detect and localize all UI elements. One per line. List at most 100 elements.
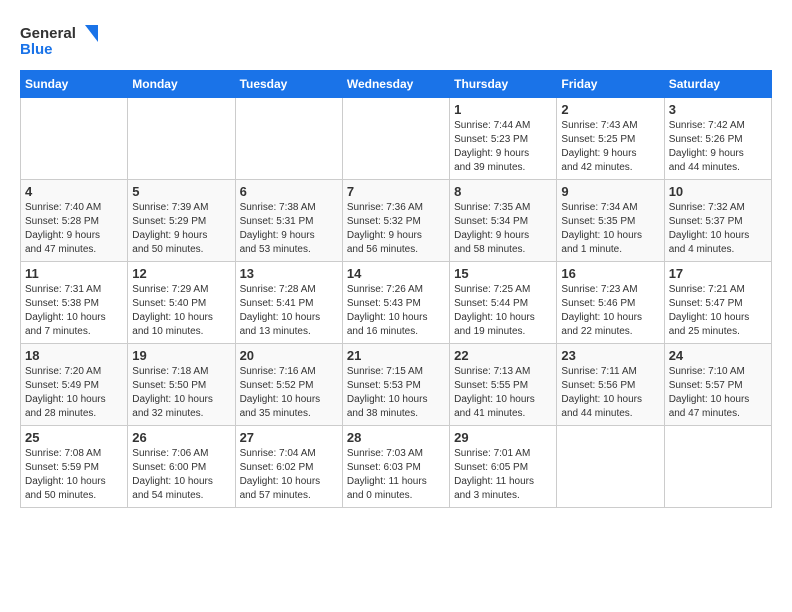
calendar-cell: 27 Sunrise: 7:04 AMSunset: 6:02 PMDayligh… [235,426,342,508]
day-number: 18 [25,348,123,363]
day-number: 13 [240,266,338,281]
calendar-cell: 25 Sunrise: 7:08 AMSunset: 5:59 PMDayligh… [21,426,128,508]
day-info: Sunrise: 7:40 AMSunset: 5:28 PMDaylight:… [25,201,123,257]
calendar-cell: 7 Sunrise: 7:36 AMSunset: 5:32 PMDaylight… [342,180,449,262]
calendar-cell: 16 Sunrise: 7:23 AMSunset: 5:46 PMDayligh… [557,262,664,344]
calendar-week-row: 4Sunrise: 7:40 AMSunset: 5:28 PMDaylight… [21,180,772,262]
day-info: Sunrise: 7:42 AMSunset: 5:26 PMDaylight:… [669,119,767,175]
calendar-cell: 20Sunrise: 7:16 AMSunset: 5:52 PMDayligh… [235,344,342,426]
day-number: 1 [454,102,552,117]
day-info: Sunrise: 7:01 AMSunset: 6:05 PMDaylight:… [454,447,552,503]
calendar-cell: 10 Sunrise: 7:32 AMSunset: 5:37 PMDayligh… [664,180,771,262]
calendar-cell: 11 Sunrise: 7:31 AMSunset: 5:38 PMDayligh… [21,262,128,344]
column-header-sunday: Sunday [21,71,128,98]
column-header-tuesday: Tuesday [235,71,342,98]
day-number: 22 [454,348,552,363]
calendar-week-row: 25 Sunrise: 7:08 AMSunset: 5:59 PMDayligh… [21,426,772,508]
day-number: 8 [454,184,552,199]
calendar-cell: 24 Sunrise: 7:10 AMSunset: 5:57 PMDayligh… [664,344,771,426]
calendar-cell: 17Sunrise: 7:21 AMSunset: 5:47 PMDayligh… [664,262,771,344]
calendar-cell: 29 Sunrise: 7:01 AMSunset: 6:05 PMDayligh… [450,426,557,508]
calendar-cell [557,426,664,508]
day-number: 10 [669,184,767,199]
day-info: Sunrise: 7:13 AMSunset: 5:55 PMDaylight:… [454,365,552,421]
day-info: Sunrise: 7:38 AMSunset: 5:31 PMDaylight:… [240,201,338,257]
day-number: 5 [132,184,230,199]
calendar-week-row: 11 Sunrise: 7:31 AMSunset: 5:38 PMDayligh… [21,262,772,344]
calendar-cell: 23Sunrise: 7:11 AMSunset: 5:56 PMDayligh… [557,344,664,426]
day-info: Sunrise: 7:18 AMSunset: 5:50 PMDaylight:… [132,365,230,421]
day-info: Sunrise: 7:34 AMSunset: 5:35 PMDaylight:… [561,201,659,257]
calendar-cell: 22 Sunrise: 7:13 AMSunset: 5:55 PMDayligh… [450,344,557,426]
day-info: Sunrise: 7:26 AMSunset: 5:43 PMDaylight:… [347,283,445,339]
calendar-cell: 28 Sunrise: 7:03 AMSunset: 6:03 PMDayligh… [342,426,449,508]
calendar-cell: 18 Sunrise: 7:20 AMSunset: 5:49 PMDayligh… [21,344,128,426]
day-info: Sunrise: 7:43 AMSunset: 5:25 PMDaylight:… [561,119,659,175]
day-info: Sunrise: 7:15 AMSunset: 5:53 PMDaylight:… [347,365,445,421]
logo: GeneralBlue [20,20,100,60]
calendar-cell: 15 Sunrise: 7:25 AMSunset: 5:44 PMDayligh… [450,262,557,344]
day-number: 14 [347,266,445,281]
calendar-cell: 8 Sunrise: 7:35 AMSunset: 5:34 PMDaylight… [450,180,557,262]
day-number: 7 [347,184,445,199]
day-number: 12 [132,266,230,281]
day-number: 24 [669,348,767,363]
calendar-cell: 3 Sunrise: 7:42 AMSunset: 5:26 PMDaylight… [664,98,771,180]
day-info: Sunrise: 7:28 AMSunset: 5:41 PMDaylight:… [240,283,338,339]
day-number: 16 [561,266,659,281]
day-number: 17 [669,266,767,281]
calendar-week-row: 18 Sunrise: 7:20 AMSunset: 5:49 PMDayligh… [21,344,772,426]
day-info: Sunrise: 7:35 AMSunset: 5:34 PMDaylight:… [454,201,552,257]
calendar-cell: 5 Sunrise: 7:39 AMSunset: 5:29 PMDaylight… [128,180,235,262]
svg-text:Blue: Blue [20,41,53,58]
day-info: Sunrise: 7:44 AMSunset: 5:23 PMDaylight:… [454,119,552,175]
day-number: 28 [347,430,445,445]
page-header: GeneralBlue [20,20,772,60]
day-number: 23 [561,348,659,363]
column-header-saturday: Saturday [664,71,771,98]
day-number: 21 [347,348,445,363]
day-number: 6 [240,184,338,199]
calendar-cell: 26 Sunrise: 7:06 AMSunset: 6:00 PMDayligh… [128,426,235,508]
day-number: 19 [132,348,230,363]
calendar-cell: 9 Sunrise: 7:34 AMSunset: 5:35 PMDaylight… [557,180,664,262]
calendar-cell [21,98,128,180]
svg-text:General: General [20,25,76,42]
day-info: Sunrise: 7:32 AMSunset: 5:37 PMDaylight:… [669,201,767,257]
day-info: Sunrise: 7:29 AMSunset: 5:40 PMDaylight:… [132,283,230,339]
calendar-cell: 19 Sunrise: 7:18 AMSunset: 5:50 PMDayligh… [128,344,235,426]
calendar-cell [664,426,771,508]
day-info: Sunrise: 7:03 AMSunset: 6:03 PMDaylight:… [347,447,445,503]
calendar-cell [342,98,449,180]
day-info: Sunrise: 7:23 AMSunset: 5:46 PMDaylight:… [561,283,659,339]
calendar-cell [235,98,342,180]
day-info: Sunrise: 7:39 AMSunset: 5:29 PMDaylight:… [132,201,230,257]
calendar-cell: 14 Sunrise: 7:26 AMSunset: 5:43 PMDayligh… [342,262,449,344]
day-number: 2 [561,102,659,117]
day-info: Sunrise: 7:08 AMSunset: 5:59 PMDaylight:… [25,447,123,503]
day-number: 9 [561,184,659,199]
day-info: Sunrise: 7:36 AMSunset: 5:32 PMDaylight:… [347,201,445,257]
calendar-cell: 4Sunrise: 7:40 AMSunset: 5:28 PMDaylight… [21,180,128,262]
calendar-table: SundayMondayTuesdayWednesdayThursdayFrid… [20,70,772,508]
day-number: 3 [669,102,767,117]
calendar-header-row: SundayMondayTuesdayWednesdayThursdayFrid… [21,71,772,98]
calendar-cell: 13 Sunrise: 7:28 AMSunset: 5:41 PMDayligh… [235,262,342,344]
column-header-friday: Friday [557,71,664,98]
day-info: Sunrise: 7:06 AMSunset: 6:00 PMDaylight:… [132,447,230,503]
day-info: Sunrise: 7:04 AMSunset: 6:02 PMDaylight:… [240,447,338,503]
day-number: 11 [25,266,123,281]
day-info: Sunrise: 7:25 AMSunset: 5:44 PMDaylight:… [454,283,552,339]
day-info: Sunrise: 7:31 AMSunset: 5:38 PMDaylight:… [25,283,123,339]
day-number: 15 [454,266,552,281]
calendar-cell: 1 Sunrise: 7:44 AMSunset: 5:23 PMDaylight… [450,98,557,180]
day-number: 20 [240,348,338,363]
day-number: 25 [25,430,123,445]
column-header-monday: Monday [128,71,235,98]
day-info: Sunrise: 7:20 AMSunset: 5:49 PMDaylight:… [25,365,123,421]
day-number: 26 [132,430,230,445]
calendar-cell: 12 Sunrise: 7:29 AMSunset: 5:40 PMDayligh… [128,262,235,344]
day-number: 29 [454,430,552,445]
day-info: Sunrise: 7:10 AMSunset: 5:57 PMDaylight:… [669,365,767,421]
day-number: 27 [240,430,338,445]
